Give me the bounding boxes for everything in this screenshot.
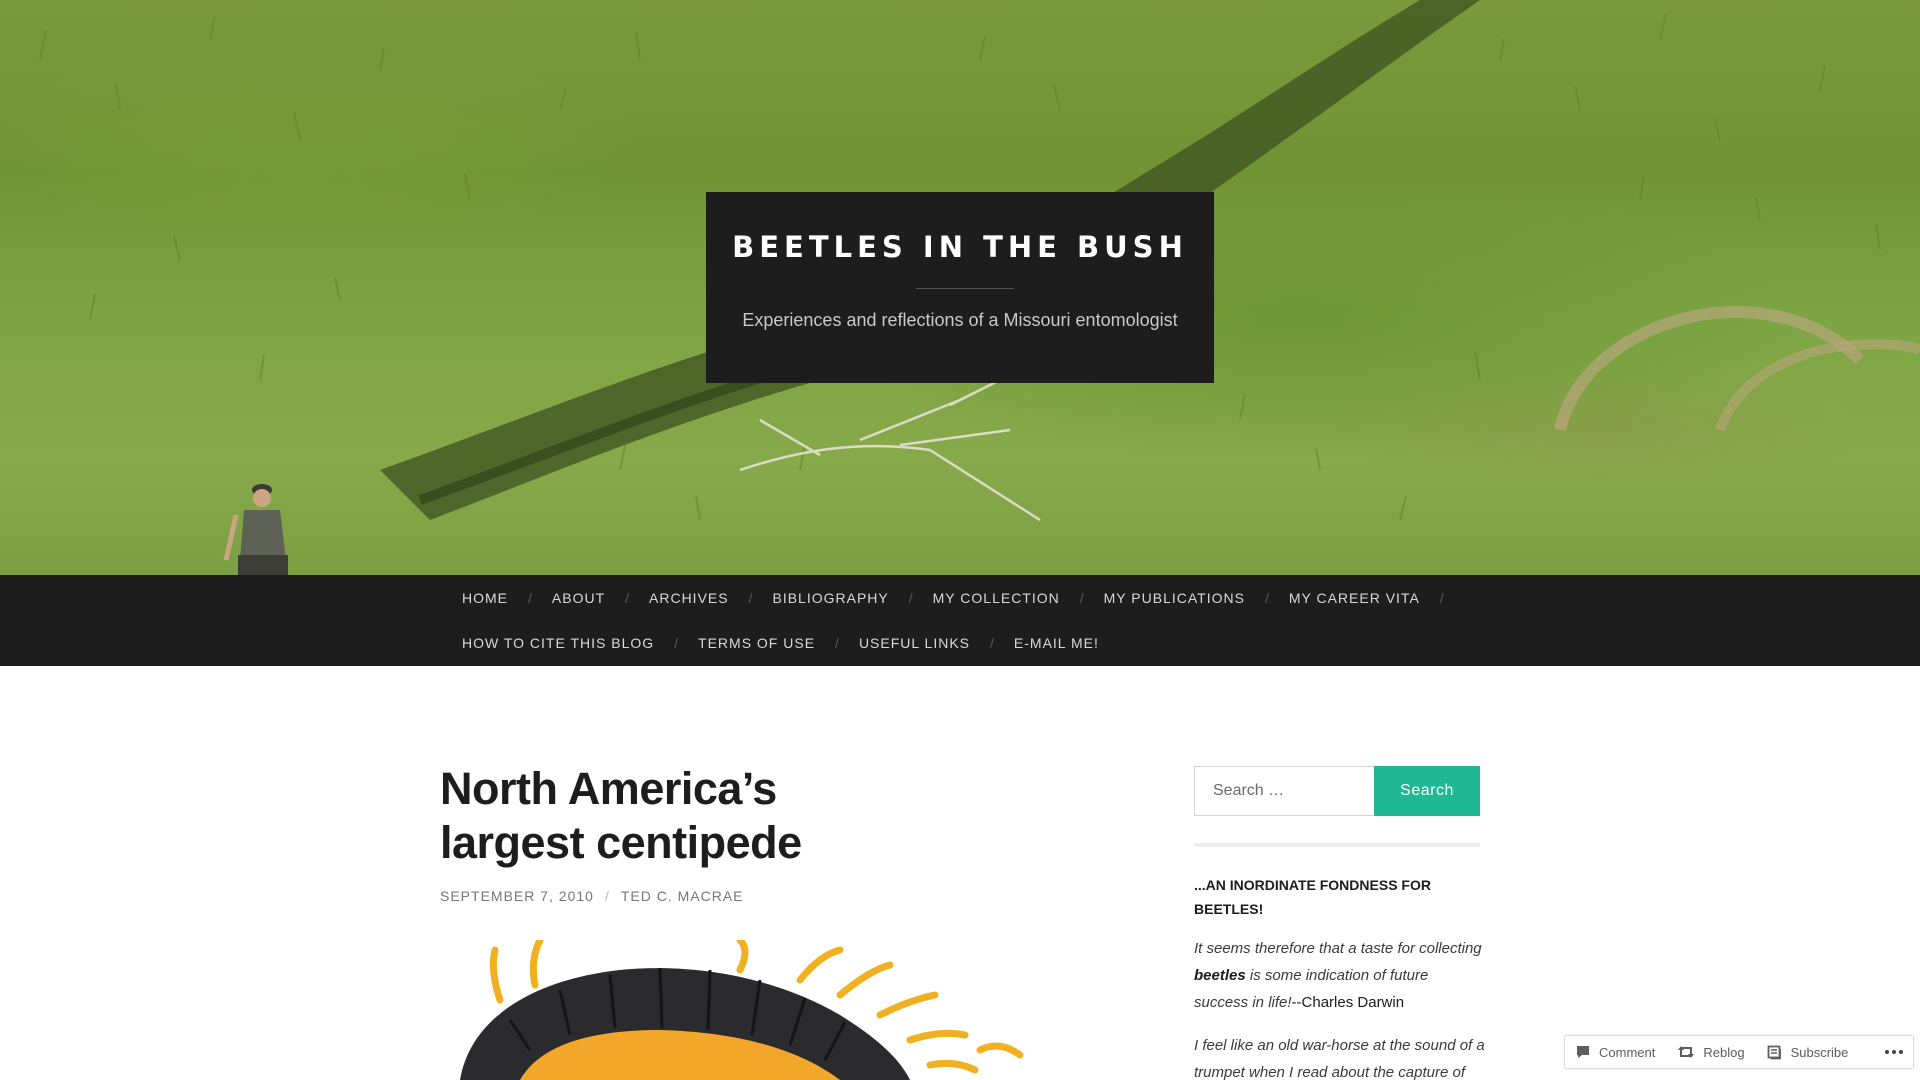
reblog-button[interactable]: Reblog <box>1677 1044 1745 1060</box>
nav-separator: / <box>908 590 913 606</box>
more-options-icon[interactable] <box>1885 1050 1903 1054</box>
subscribe-icon <box>1767 1045 1781 1060</box>
centipede-photo[interactable] <box>440 940 1096 1080</box>
nav-useful-links[interactable]: USEFUL LINKS <box>859 633 970 653</box>
nav-separator: / <box>625 590 630 606</box>
reblog-label: Reblog <box>1703 1044 1745 1060</box>
nav-separator: / <box>835 635 839 651</box>
nav-my-collection[interactable]: MY COLLECTION <box>933 588 1060 608</box>
post-title[interactable]: North America’s largest centipede <box>440 762 1000 870</box>
hiker-figure <box>223 484 288 575</box>
nav-separator: / <box>748 590 753 606</box>
site-branding: BEETLES IN THE BUSH Experiences and refl… <box>706 192 1214 383</box>
comment-button[interactable]: Comment <box>1575 1044 1655 1060</box>
quote-widget: It seems therefore that a taste for coll… <box>1194 935 1486 1080</box>
nav-separator: / <box>528 590 532 606</box>
subscribe-label: Subscribe <box>1790 1044 1849 1060</box>
post-title-line-1[interactable]: North America’s <box>440 763 777 814</box>
dot <box>1899 1050 1903 1054</box>
subscribe-button[interactable]: Subscribe <box>1767 1044 1849 1060</box>
nav-email-me[interactable]: E-MAIL ME! <box>1014 633 1099 653</box>
nav-archives[interactable]: ARCHIVES <box>649 588 729 608</box>
nav-home[interactable]: HOME <box>462 588 508 608</box>
nav-bibliography[interactable]: BIBLIOGRAPHY <box>772 588 888 608</box>
post-meta: SEPTEMBER 7, 2010 / TED C. MACRAE <box>440 888 744 904</box>
nav-separator: / <box>1079 590 1084 606</box>
centipede-illustration <box>460 940 1024 1080</box>
nav-terms-of-use[interactable]: TERMS OF USE <box>698 633 815 653</box>
sidebar-divider <box>1194 843 1480 847</box>
nav-my-publications[interactable]: MY PUBLICATIONS <box>1104 588 1245 608</box>
nav-about[interactable]: ABOUT <box>552 588 605 608</box>
quote1-text-a: It seems therefore that a taste for coll… <box>1194 940 1482 957</box>
widget-title: ...AN INORDINATE FONDNESS FOR BEETLES! <box>1194 877 1431 917</box>
nav-separator: / <box>1264 590 1269 606</box>
search-button[interactable]: Search <box>1374 766 1480 816</box>
nav-separator: / <box>1439 590 1444 606</box>
quote1-bold: beetles <box>1194 967 1246 984</box>
search-input[interactable] <box>1194 766 1374 816</box>
nav-separator: / <box>674 635 679 651</box>
nav-how-to-cite[interactable]: HOW TO CITE THIS BLOG <box>462 633 654 653</box>
meta-separator: / <box>604 888 610 904</box>
reblog-icon <box>1678 1046 1695 1058</box>
header-banner: BEETLES IN THE BUSH Experiences and refl… <box>0 0 1920 575</box>
comment-icon <box>1577 1046 1589 1058</box>
nav-row-2: HOW TO CITE THIS BLOG / TERMS OF USE / U… <box>462 633 1099 653</box>
post-title-line-2[interactable]: largest centipede <box>440 817 802 868</box>
site-title[interactable]: BEETLES IN THE BUSH <box>706 230 1214 264</box>
quote2-text: I feel like an old war-horse at the soun… <box>1194 1037 1485 1080</box>
second-quote: I feel like an old war-horse at the soun… <box>1194 1032 1486 1080</box>
post-date[interactable]: SEPTEMBER 7, 2010 <box>440 888 594 904</box>
dot <box>1892 1050 1896 1054</box>
dot <box>1885 1050 1889 1054</box>
quote1-attribution: --Charles Darwin <box>1291 994 1405 1011</box>
site-tagline: Experiences and reflections of a Missour… <box>742 310 1178 330</box>
darwin-quote: It seems therefore that a taste for coll… <box>1194 935 1486 1016</box>
comment-label: Comment <box>1599 1044 1656 1060</box>
post-author[interactable]: TED C. MACRAE <box>621 888 744 904</box>
nav-separator: / <box>990 635 994 651</box>
main-navigation: HOME / ABOUT / ARCHIVES / BIBLIOGRAPHY /… <box>0 575 1920 666</box>
nav-my-career-vita[interactable]: MY CAREER VITA <box>1289 588 1420 608</box>
floating-action-bar: Comment Reblog Subscribe <box>1564 1035 1914 1069</box>
nav-row-1: HOME / ABOUT / ARCHIVES / BIBLIOGRAPHY /… <box>462 588 1464 608</box>
title-divider <box>916 288 1014 289</box>
